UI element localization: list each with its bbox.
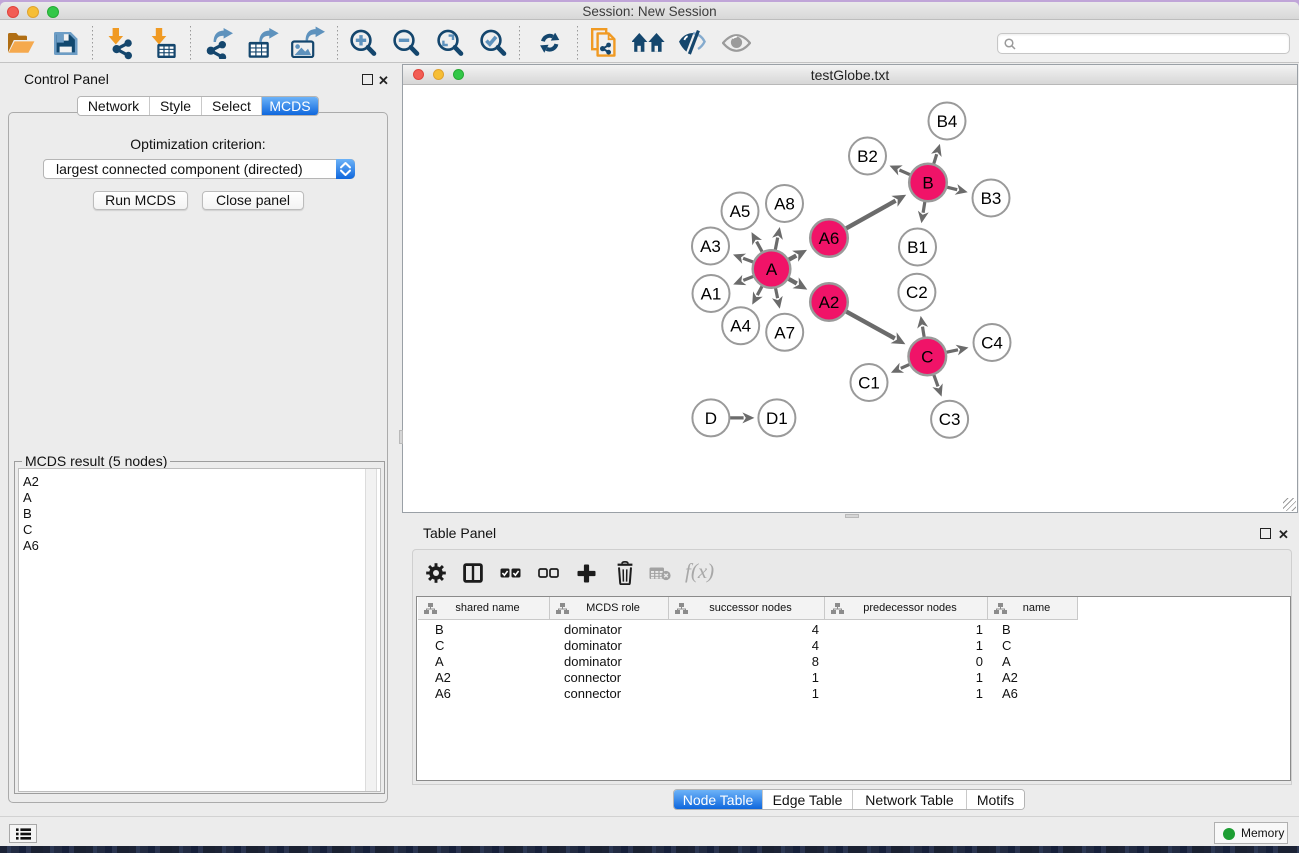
svg-text:A3: A3 [700, 237, 721, 256]
svg-text:A8: A8 [774, 195, 795, 214]
svg-text:A: A [766, 260, 778, 279]
svg-text:B1: B1 [907, 238, 928, 257]
svg-text:D: D [705, 409, 717, 428]
svg-text:A2: A2 [819, 293, 840, 312]
svg-text:A5: A5 [730, 202, 751, 221]
svg-text:A4: A4 [730, 317, 751, 336]
svg-text:D1: D1 [766, 409, 788, 428]
svg-text:A6: A6 [819, 229, 840, 248]
svg-text:A1: A1 [701, 285, 722, 304]
svg-text:B: B [922, 174, 933, 193]
svg-text:C4: C4 [981, 334, 1003, 353]
svg-text:C1: C1 [858, 374, 880, 393]
svg-text:C: C [921, 347, 933, 366]
svg-text:B4: B4 [937, 112, 958, 131]
svg-text:A7: A7 [774, 323, 795, 342]
svg-text:C2: C2 [906, 283, 928, 302]
svg-text:B2: B2 [857, 147, 878, 166]
svg-text:B3: B3 [981, 189, 1002, 208]
svg-text:C3: C3 [939, 410, 961, 429]
